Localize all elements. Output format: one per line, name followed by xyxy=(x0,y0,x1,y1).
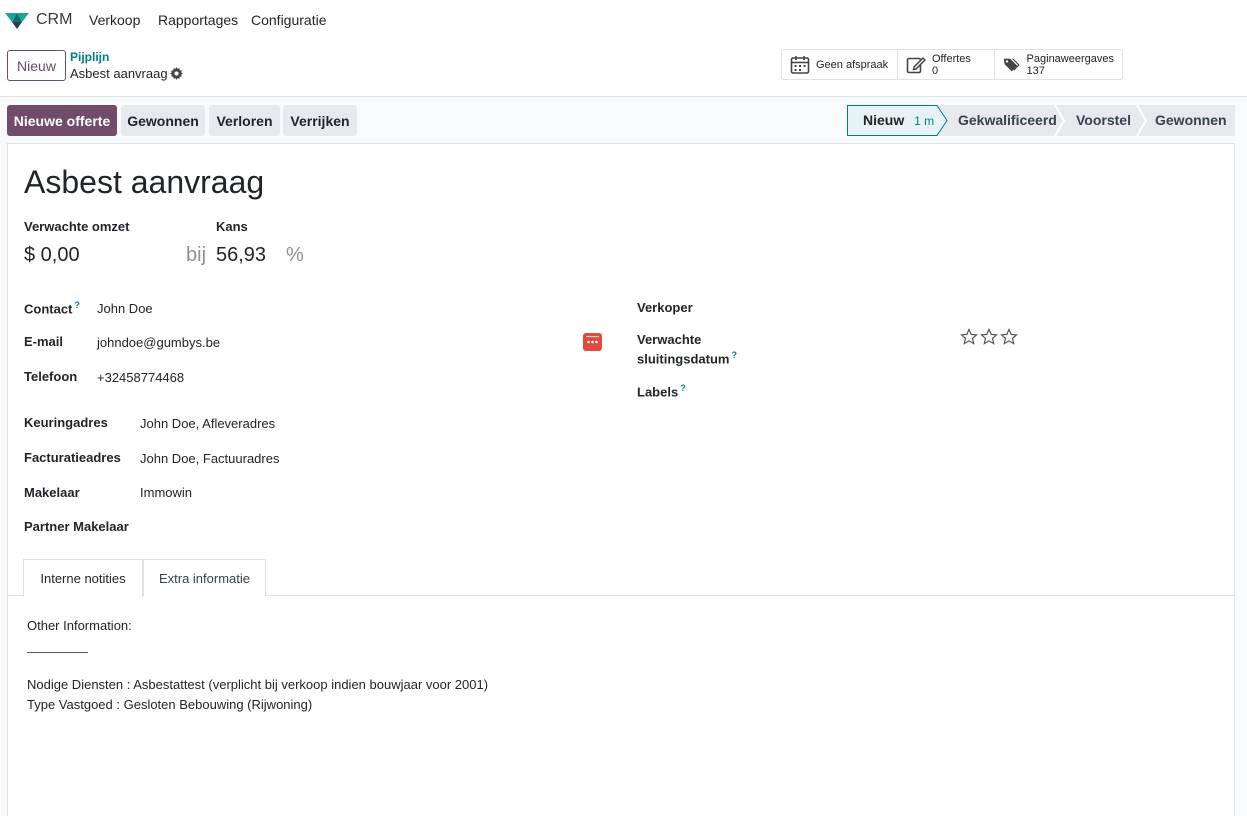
stage-nieuw-duration: 1 m xyxy=(914,114,935,128)
contact-help-icon[interactable]: ? xyxy=(74,300,80,310)
tags-icon xyxy=(1003,58,1020,71)
phone-label: Telefoon xyxy=(24,369,78,384)
gear-icon[interactable] xyxy=(170,67,183,80)
notes-line-other-info[interactable]: Other Information: xyxy=(27,618,132,633)
contact-field[interactable]: John Doe xyxy=(97,301,153,316)
tab-extra-info[interactable]: Extra informatie xyxy=(143,559,266,596)
expected-close-label-line1: Verwachte xyxy=(637,332,702,347)
expected-revenue-label: Verwachte omzet xyxy=(24,219,130,234)
tab-internal-notes[interactable]: Interne notities xyxy=(23,559,143,597)
quotes-label: Offertes xyxy=(932,52,971,65)
expected-revenue-input[interactable]: $ 0,00 xyxy=(24,244,80,267)
new-quote-button[interactable]: Nieuwe offerte xyxy=(7,105,117,136)
invoice-address-field[interactable]: John Doe, Factuuradres xyxy=(140,451,279,466)
notes-divider xyxy=(27,652,88,653)
phone-field[interactable]: +32458774468 xyxy=(97,370,184,385)
quotes-smart-button[interactable]: Offertes 0 xyxy=(898,50,995,79)
labels-label: Labels? xyxy=(637,383,686,399)
contact-label: Contact? xyxy=(24,300,80,316)
smart-buttons: Geen afspraak Offertes 0 Paginaweergaves… xyxy=(781,49,1123,80)
quotes-count: 0 xyxy=(932,64,939,77)
invoice-address-label: Facturatieadres xyxy=(24,450,121,465)
probability-label: Kans xyxy=(216,219,248,234)
new-record-button[interactable]: Nieuw xyxy=(7,50,66,81)
broker-label: Makelaar xyxy=(24,485,80,500)
stage-nieuw[interactable]: Nieuw 1 m xyxy=(863,112,934,128)
stage-gewonnen[interactable]: Gewonnen xyxy=(1155,112,1227,128)
email-label: E-mail xyxy=(24,334,64,349)
breadcrumb-parent[interactable]: Pijplijn xyxy=(70,50,109,64)
labels-help-icon[interactable]: ? xyxy=(680,383,686,393)
notes-line-property-type[interactable]: Type Vastgoed : Gesloten Bebouwing (Rijw… xyxy=(27,697,312,712)
edit-document-icon xyxy=(906,56,926,73)
priority-star-icon-1[interactable] xyxy=(960,328,978,346)
control-panel: Nieuw Pijplijn Asbest aanvraag Geen afsp… xyxy=(0,40,1247,97)
stage-nieuw-label: Nieuw xyxy=(863,112,905,128)
form-sheet: Asbest aanvraag Verwachte omzet $ 0,00 b… xyxy=(7,143,1235,816)
meeting-label: Geen afspraak xyxy=(816,58,889,71)
meeting-smart-button[interactable]: Geen afspraak xyxy=(782,50,898,79)
menu-verkoop[interactable]: Verkoop xyxy=(89,12,140,28)
won-button[interactable]: Gewonnen xyxy=(121,105,205,136)
probability-input[interactable]: 56,93 xyxy=(216,244,266,267)
menu-rapportages[interactable]: Rapportages xyxy=(158,12,238,28)
pageviews-smart-button[interactable]: Paginaweergaves 137 xyxy=(995,50,1122,79)
calendar-icon xyxy=(790,55,810,74)
percent-sign: % xyxy=(286,244,304,266)
partner-broker-label: Partner Makelaar xyxy=(24,519,129,534)
pageviews-count: 137 xyxy=(1026,64,1045,77)
contact-label-text: Contact xyxy=(24,301,73,317)
breadcrumb-current: Asbest aanvraag xyxy=(70,66,168,81)
menu-configuratie[interactable]: Configuratie xyxy=(251,12,327,28)
expected-close-label: sluitingsdatum? xyxy=(637,350,737,366)
labels-label-text: Labels xyxy=(637,384,679,400)
email-field[interactable]: johndoe@gumbys.be xyxy=(97,335,220,350)
pageviews-label: Paginaweergaves xyxy=(1026,52,1114,65)
enrich-button[interactable]: Verrijken xyxy=(283,105,357,136)
status-bar: Nieuwe offerte Gewonnen Verloren Verrijk… xyxy=(0,97,1247,143)
app-name[interactable]: CRM xyxy=(36,11,72,29)
top-navbar: CRM Verkoop Rapportages Configuratie xyxy=(0,0,1247,40)
stage-voorstel[interactable]: Voorstel xyxy=(1076,112,1131,128)
salesperson-label: Verkoper xyxy=(637,300,693,315)
priority-star-icon-2[interactable] xyxy=(980,328,998,346)
crm-logo-icon[interactable] xyxy=(4,10,30,30)
inspection-address-field[interactable]: John Doe, Afleveradres xyxy=(140,416,275,431)
lost-button[interactable]: Verloren xyxy=(209,105,280,136)
email-options-icon[interactable] xyxy=(583,333,602,351)
notes-line-services[interactable]: Nodige Diensten : Asbestattest (verplich… xyxy=(27,677,488,692)
priority-star-icon-3[interactable] xyxy=(1000,328,1018,346)
broker-field[interactable]: Immowin xyxy=(140,485,192,500)
expected-close-label-text: sluitingsdatum xyxy=(637,351,730,367)
stage-gekwalificeerd[interactable]: Gekwalificeerd xyxy=(958,112,1057,128)
at-label: bij xyxy=(186,244,207,266)
lead-title[interactable]: Asbest aanvraag xyxy=(24,164,264,201)
expected-close-help-icon[interactable]: ? xyxy=(731,350,737,360)
inspection-address-label: Keuringadres xyxy=(24,415,108,430)
notebook-tabs: Interne notities Extra informatie xyxy=(8,559,1234,597)
